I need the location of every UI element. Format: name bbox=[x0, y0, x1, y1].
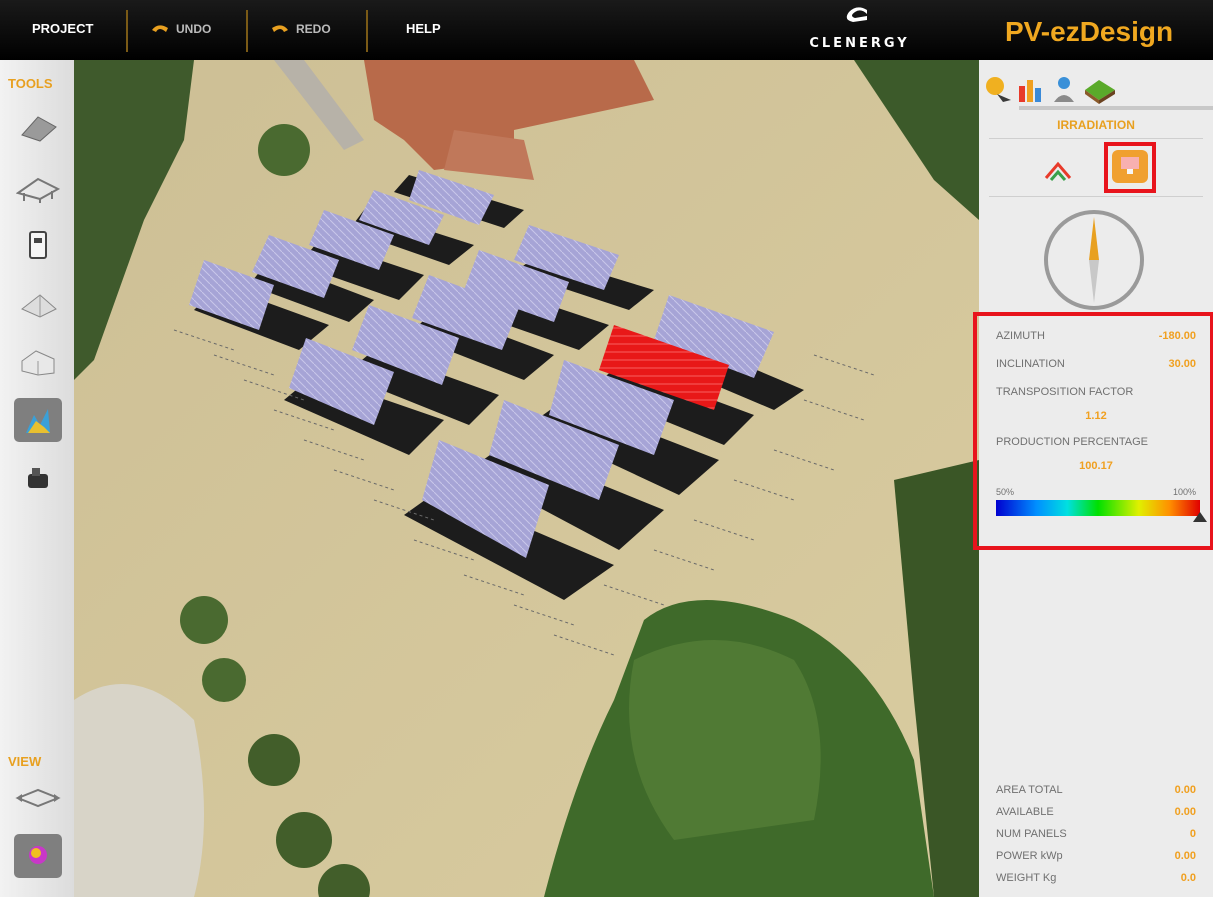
transposition-value: 1.12 bbox=[1085, 410, 1107, 422]
person-tab-icon[interactable] bbox=[1049, 74, 1079, 104]
scale-max-label: 100% bbox=[1172, 487, 1196, 497]
help-menu[interactable]: HELP bbox=[406, 18, 441, 40]
redo-icon bbox=[272, 25, 288, 32]
camera-tool[interactable] bbox=[14, 456, 62, 500]
roof-panel-icon bbox=[21, 116, 57, 142]
tab-underline bbox=[1019, 106, 1213, 110]
divider bbox=[989, 196, 1203, 197]
redo-button[interactable]: REDO bbox=[270, 18, 331, 40]
azimuth-label: AZIMUTH bbox=[996, 330, 1045, 342]
top-toolbar: PROJECT UNDO REDO HELP CLENERGY PV-ezDes… bbox=[0, 0, 1213, 60]
help-label: HELP bbox=[406, 21, 441, 36]
redo-label: REDO bbox=[296, 22, 331, 36]
transposition-label: TRANSPOSITION FACTOR bbox=[996, 386, 1134, 398]
scale-min-label: 50% bbox=[996, 487, 1015, 497]
compass-icon[interactable] bbox=[1039, 205, 1149, 315]
view-heading: VIEW bbox=[8, 754, 42, 769]
summary-row: POWER kWp 0.00 bbox=[996, 850, 1196, 862]
azimuth-value[interactable]: -180.00 bbox=[1159, 330, 1196, 342]
summary-label: AREA TOTAL bbox=[996, 784, 1063, 796]
rotate-view-icon bbox=[15, 788, 61, 808]
summary-value: 0.00 bbox=[1174, 806, 1196, 818]
summary-label: NUM PANELS bbox=[996, 828, 1067, 840]
ground-mount-icon bbox=[16, 177, 60, 203]
irradiation-chart-icon bbox=[26, 409, 50, 433]
production-value: 100.17 bbox=[1079, 460, 1113, 472]
summary-row: AREA TOTAL 0.00 bbox=[996, 784, 1196, 796]
summary-value: 0.00 bbox=[1174, 784, 1196, 796]
summary-label: POWER kWp bbox=[996, 850, 1063, 862]
clenergy-logo-icon bbox=[846, 7, 867, 22]
tree bbox=[180, 596, 228, 644]
brand-wordmark: CLENERGY bbox=[809, 36, 910, 51]
scale-marker-icon bbox=[1193, 512, 1207, 522]
undo-label: UNDO bbox=[176, 22, 212, 36]
undo-button[interactable]: UNDO bbox=[150, 18, 211, 40]
panel-mode-button[interactable] bbox=[1112, 150, 1148, 183]
sun-path-button[interactable] bbox=[14, 834, 62, 878]
summary-row: AVAILABLE 0.00 bbox=[996, 806, 1196, 818]
parking-lot bbox=[74, 684, 204, 897]
inclination-value[interactable]: 30.00 bbox=[1168, 358, 1196, 370]
flat-panel-icon bbox=[1121, 157, 1139, 174]
irradiation-tool[interactable] bbox=[14, 398, 62, 442]
summary-label: WEIGHT Kg bbox=[996, 872, 1057, 884]
roof-mode-icon[interactable] bbox=[1043, 160, 1073, 186]
production-color-scale bbox=[996, 500, 1200, 516]
terrain-tool[interactable] bbox=[14, 282, 62, 326]
left-toolbar: TOOLS VIEW bbox=[0, 60, 74, 897]
sun-path-icon bbox=[29, 846, 47, 864]
summary-row: NUM PANELS 0 bbox=[996, 828, 1196, 840]
panel-tabs bbox=[979, 68, 1213, 110]
rotate-view-button[interactable] bbox=[14, 776, 62, 820]
inverter-icon bbox=[29, 231, 47, 259]
tree bbox=[258, 124, 310, 176]
summary-value: 0.0 bbox=[1180, 872, 1196, 884]
summary-value: 0.00 bbox=[1174, 850, 1196, 862]
roof-panel-tool[interactable] bbox=[14, 106, 62, 150]
building-tool[interactable] bbox=[14, 340, 62, 384]
project-menu[interactable]: PROJECT bbox=[32, 18, 93, 40]
properties-panel: IRRADIATION AZIMUTH -180.00 INCLINATION … bbox=[973, 60, 1213, 897]
toolbar-divider bbox=[126, 10, 128, 52]
summary-value: 0 bbox=[1189, 828, 1196, 840]
tree-cluster bbox=[629, 640, 821, 840]
camera-icon bbox=[28, 468, 48, 488]
tools-heading: TOOLS bbox=[8, 76, 53, 91]
project-label: PROJECT bbox=[32, 21, 94, 36]
sun-tab-icon[interactable] bbox=[983, 74, 1013, 104]
tree bbox=[276, 812, 332, 868]
azimuth-row: AZIMUTH -180.00 bbox=[996, 330, 1196, 342]
satellite-3d-view[interactable] bbox=[74, 60, 979, 897]
toolbar-divider bbox=[366, 10, 368, 52]
tree bbox=[248, 734, 300, 786]
summary-row: WEIGHT Kg 0.0 bbox=[996, 872, 1196, 884]
section-title: IRRADIATION bbox=[1057, 118, 1135, 132]
inclination-row: INCLINATION 30.00 bbox=[996, 358, 1196, 370]
divider bbox=[989, 138, 1203, 139]
production-label: PRODUCTION PERCENTAGE bbox=[996, 436, 1148, 448]
app-title: PV-ezDesign bbox=[1005, 16, 1174, 47]
scale-labels: 50% 100% bbox=[996, 487, 1196, 497]
scene-canvas bbox=[74, 60, 979, 897]
terrain-icon bbox=[21, 294, 57, 318]
summary-label: AVAILABLE bbox=[996, 806, 1054, 818]
terrain-tab-icon[interactable] bbox=[1083, 74, 1117, 104]
ground-mount-tool[interactable] bbox=[14, 166, 62, 210]
inclination-label: INCLINATION bbox=[996, 358, 1065, 370]
inverter-tool[interactable] bbox=[14, 224, 62, 268]
chart-tab-icon[interactable] bbox=[1015, 74, 1045, 104]
building-icon bbox=[21, 350, 55, 376]
undo-icon bbox=[152, 25, 168, 32]
toolbar-divider bbox=[246, 10, 248, 52]
tree bbox=[202, 658, 246, 702]
